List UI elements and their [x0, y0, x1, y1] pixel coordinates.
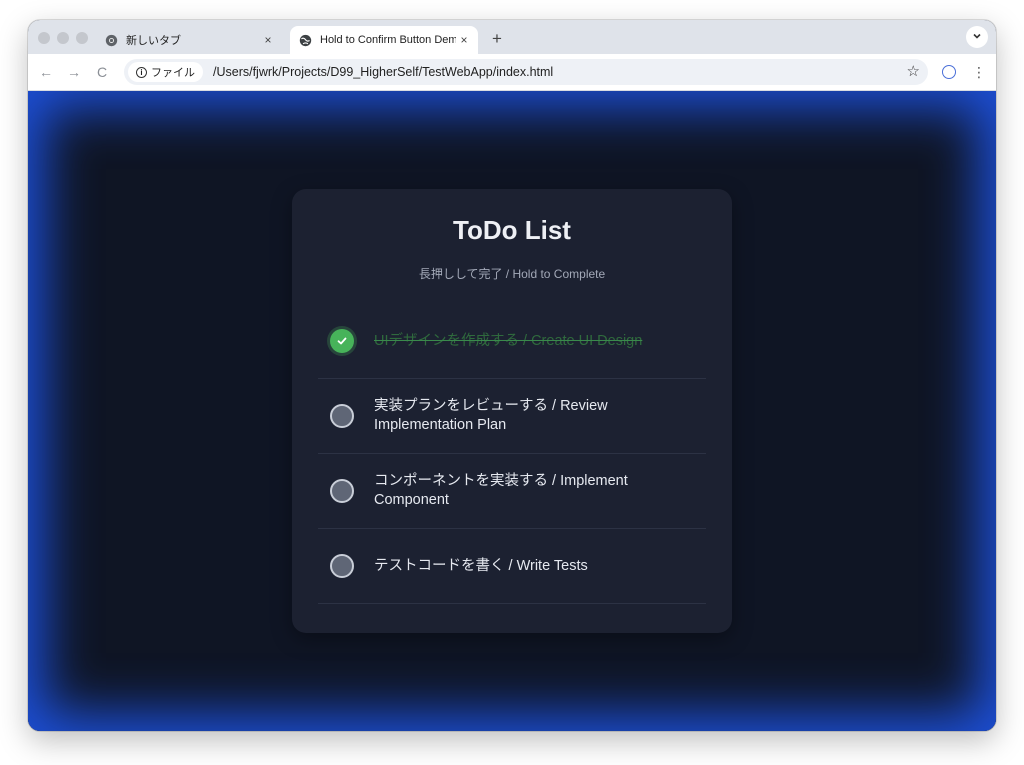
site-info-chip[interactable]: i ファイル: [128, 62, 203, 82]
tab-hold-to-confirm[interactable]: Hold to Confirm Button Demo ×: [290, 26, 478, 54]
scheme-label: ファイル: [151, 67, 195, 79]
tab-strip: 新しいタブ × Hold to Confirm Button Demo × +: [28, 20, 996, 54]
back-button[interactable]: ←: [36, 62, 56, 82]
reload-button[interactable]: C: [92, 62, 112, 82]
browser-window: 新しいタブ × Hold to Confirm Button Demo × + …: [28, 20, 996, 731]
close-tab-button[interactable]: ×: [260, 33, 276, 47]
new-tab-button[interactable]: +: [486, 28, 508, 50]
info-icon: i: [136, 66, 147, 78]
todo-item[interactable]: テストコードを書く / Write Tests: [318, 529, 706, 604]
hold-to-complete-circle[interactable]: [330, 404, 354, 428]
minimize-window-button[interactable]: [57, 32, 69, 44]
globe-icon: [298, 33, 312, 47]
hold-to-complete-circle[interactable]: [330, 479, 354, 503]
page-subtitle: 長押しして完了 / Hold to Complete: [418, 267, 606, 281]
checkmark-icon[interactable]: [330, 329, 354, 353]
todo-item-label: テストコードを書く / Write Tests: [374, 557, 588, 574]
todo-item[interactable]: UIデザインを作成する / Create UI Design: [318, 304, 706, 379]
todo-item-label: コンポーネントを実装する / Implement Component: [374, 473, 628, 508]
profile-avatar-icon[interactable]: [942, 65, 956, 79]
url-text[interactable]: /Users/fjwrk/Projects/D99_HigherSelf/Tes…: [213, 65, 553, 79]
todo-item-label: UIデザインを作成する / Create UI Design: [374, 332, 643, 349]
page-viewport: ToDo List 長押しして完了 / Hold to Complete UIデ…: [28, 91, 996, 731]
forward-button[interactable]: →: [64, 62, 84, 82]
chevron-down-icon: [972, 28, 982, 46]
close-tab-button[interactable]: ×: [456, 33, 472, 47]
todo-item[interactable]: コンポーネントを実装する / Implement Component: [318, 454, 706, 529]
tab-label: 新しいタブ: [126, 35, 181, 47]
hold-to-complete-circle[interactable]: [330, 554, 354, 578]
browser-toolbar: ← → C i ファイル /Users/fjwrk/Projects/D99_H…: [28, 54, 996, 91]
maximize-window-button[interactable]: [76, 32, 88, 44]
tab-search-button[interactable]: [966, 26, 988, 48]
tab-new-tab[interactable]: 新しいタブ ×: [96, 26, 282, 54]
todo-item-label: 実装プランをレビューする / Review Implementation Pla…: [374, 398, 608, 433]
address-bar[interactable]: i ファイル /Users/fjwrk/Projects/D99_HigherS…: [124, 59, 928, 85]
browser-menu-button[interactable]: ⋮: [972, 62, 986, 82]
tab-label: Hold to Confirm Button Demo: [320, 34, 456, 46]
todo-card: ToDo List 長押しして完了 / Hold to Complete UIデ…: [292, 189, 732, 633]
todo-item[interactable]: 実装プランをレビューする / Review Implementation Pla…: [318, 379, 706, 454]
chrome-icon: [104, 33, 118, 47]
bookmark-star-icon[interactable]: ☆: [907, 62, 920, 80]
page-title: ToDo List: [453, 215, 571, 245]
close-window-button[interactable]: [38, 32, 50, 44]
todo-list: UIデザインを作成する / Create UI Design 実装プランをレビュ…: [318, 304, 706, 604]
